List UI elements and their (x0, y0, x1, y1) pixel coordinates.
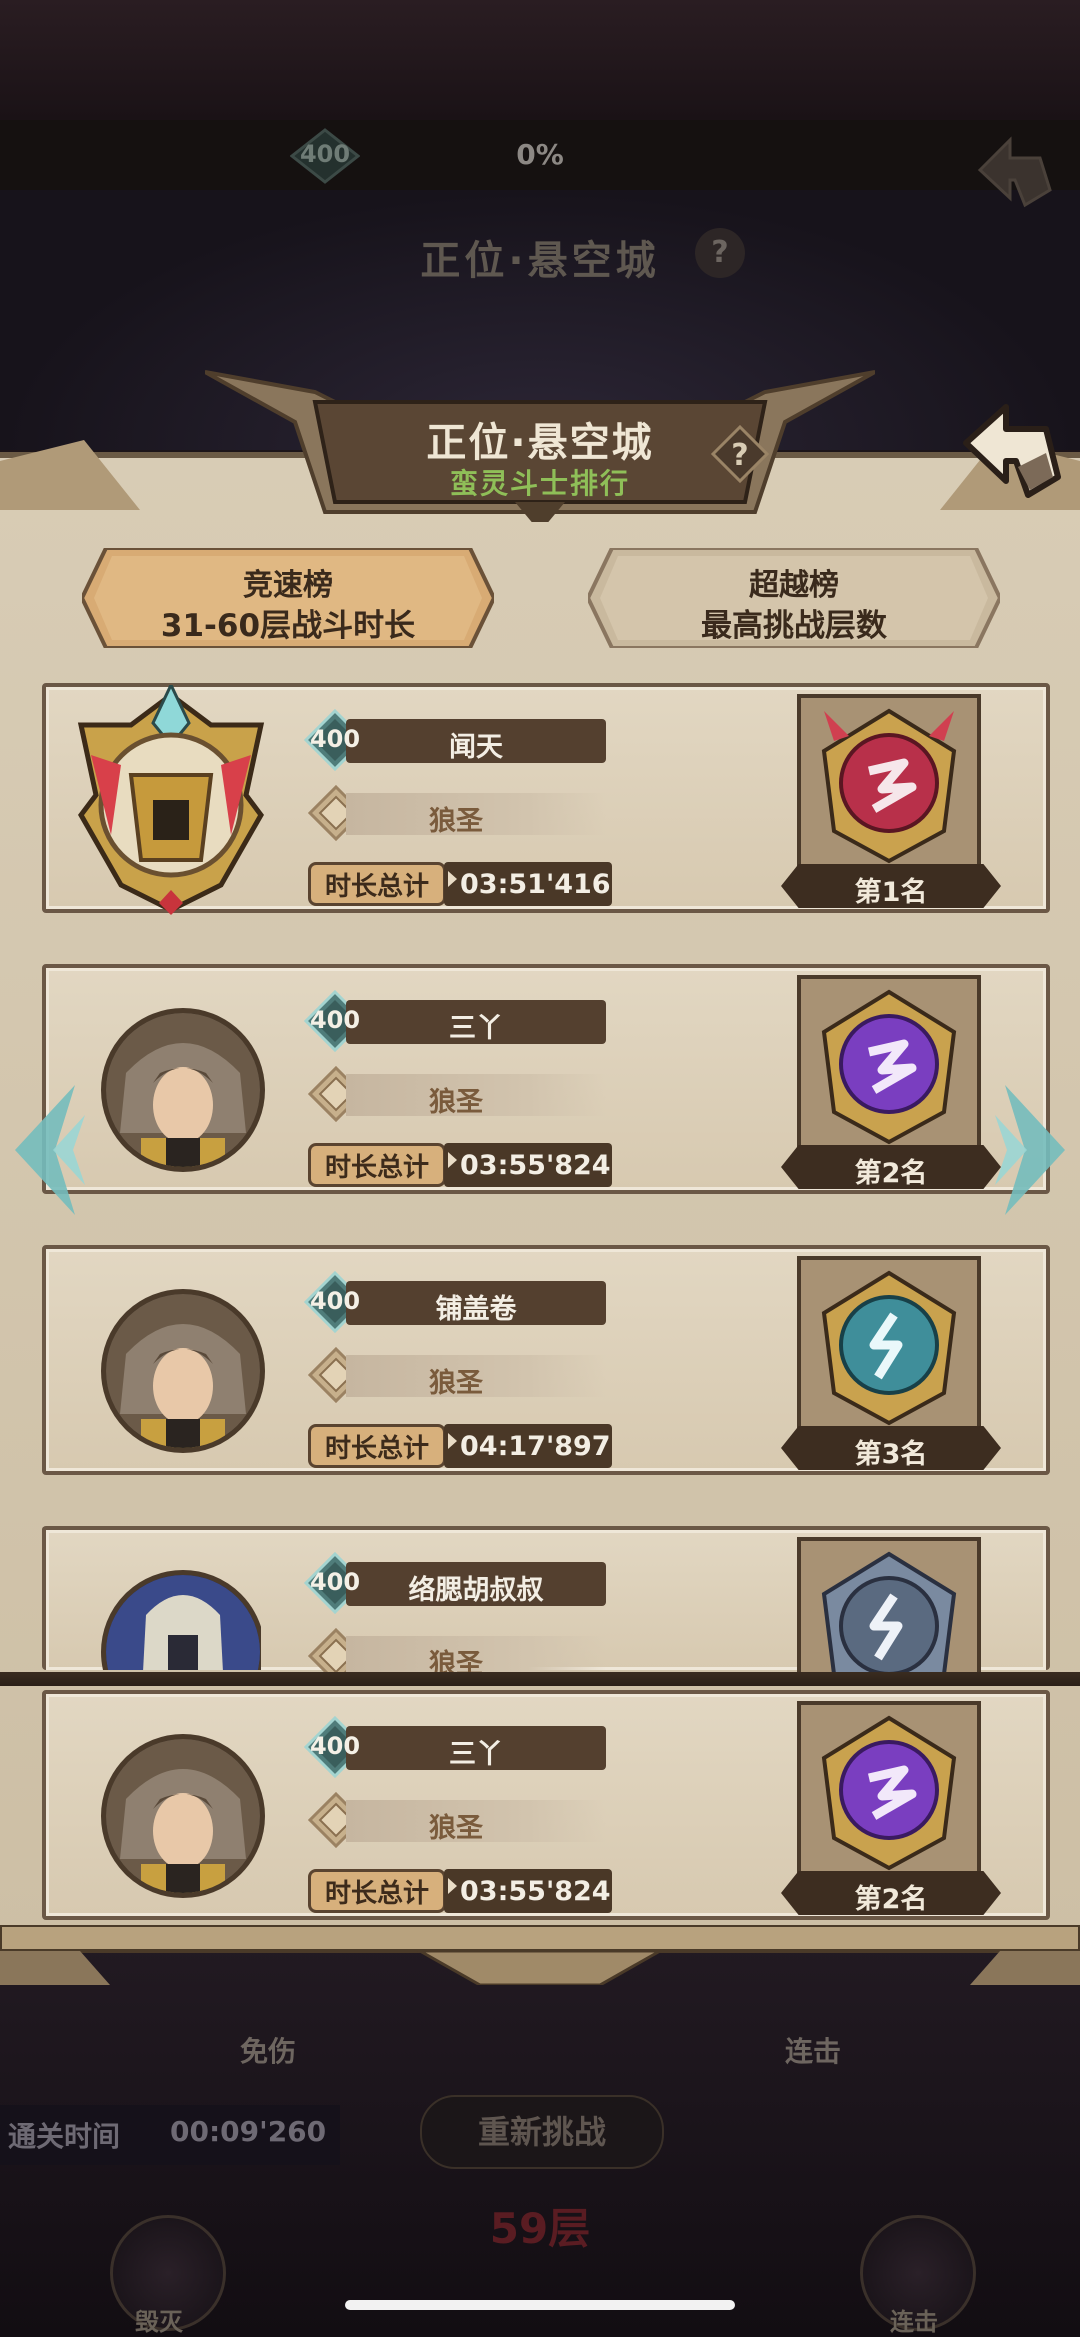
ranking-row[interactable]: 400 铺盖卷 狼圣 时长总计 04:17'897 第3名 (42, 1245, 1050, 1475)
svg-text:?: ? (731, 438, 748, 473)
time-arrow-icon (448, 1878, 457, 1894)
ranking-row[interactable]: 400 络腮胡叔叔 狼圣 (42, 1526, 1050, 1684)
background-top-strip (0, 0, 1080, 120)
ranking-row[interactable]: 400 闻天 狼圣 时长总计 03:51'416 第1名 (42, 681, 1050, 915)
avatar (61, 681, 281, 915)
player-name: 三丫 (449, 1739, 503, 1770)
time-total-label: 时长总计 (308, 862, 446, 906)
time-total-label: 时长总计 (308, 1869, 446, 1913)
background-back-icon (977, 136, 1052, 208)
progress-percent: 0% (516, 138, 564, 171)
avatar-ring (101, 1289, 265, 1453)
my-rank-divider (0, 1672, 1080, 1686)
rank-medal (794, 691, 984, 871)
background-location-title: 正位·悬空城 (420, 238, 660, 284)
tab-speed-subtitle: 31-60层战斗时长 (160, 608, 416, 644)
clear-time-value: 00:09'260 (170, 2115, 327, 2148)
rank-medal (794, 1534, 984, 1674)
avatar (101, 1008, 265, 1172)
time-total-label: 时长总计 (308, 1424, 446, 1468)
panel-bottom-frame (0, 1925, 1080, 1985)
avatar-ring (101, 1008, 265, 1172)
rank-2-medal-icon (797, 1701, 981, 1875)
rank-text: 第2名 (854, 1158, 928, 1189)
avatar-ring (101, 1734, 265, 1898)
time-total-label: 时长总计 (308, 1143, 446, 1187)
stat-label-combo: 连击 (785, 2035, 842, 2068)
avatar (101, 1289, 265, 1453)
golden-knight-avatar-icon (77, 681, 265, 915)
time-total-value: 03:55'824 (460, 1150, 611, 1181)
time-total-value: 03:55'824 (460, 1876, 611, 1907)
rank-medal (794, 972, 984, 1152)
time-total-value: 04:17'897 (460, 1431, 611, 1462)
rank-medal (794, 1253, 984, 1433)
help-button[interactable]: ? (710, 424, 770, 484)
player-title: 狼圣 (429, 1368, 483, 1399)
tab-surpass-title: 超越榜 (749, 568, 839, 603)
home-indicator (345, 2300, 735, 2310)
player-name: 铺盖卷 (435, 1294, 517, 1325)
skill-destroy-label: 毁灭 (135, 2308, 183, 2336)
wolf-warrior-avatar-icon (106, 1013, 260, 1167)
wolf-warrior-avatar-icon (106, 1739, 260, 1893)
player-title: 狼圣 (429, 1813, 483, 1844)
skill-combo-label: 连击 (890, 2308, 938, 2336)
panel-title: 正位·悬空城 (426, 420, 654, 466)
rank-medal (794, 1698, 984, 1878)
stat-label-damage-reduction: 免伤 (240, 2035, 297, 2068)
time-arrow-icon (448, 1152, 457, 1168)
player-title: 狼圣 (429, 1087, 483, 1118)
back-arrow-icon (963, 404, 1061, 498)
blue-knight-avatar-icon (106, 1575, 260, 1670)
tab-speed-ranking[interactable]: 竞速榜 31-60层战斗时长 (82, 548, 494, 648)
rank-2-medal-icon (797, 975, 981, 1149)
back-button[interactable] (958, 395, 1068, 505)
wolf-warrior-avatar-icon (106, 1294, 260, 1448)
time-arrow-icon (448, 871, 457, 887)
rank-medal-icon (797, 1537, 981, 1674)
background-help-icon: ? (695, 228, 745, 278)
scroll-left-arrow-icon[interactable] (15, 1085, 85, 1215)
rank-text: 第3名 (854, 1439, 928, 1470)
player-title: 狼圣 (429, 806, 483, 837)
avatar (101, 1734, 265, 1898)
time-arrow-icon (448, 1433, 457, 1449)
scroll-right-arrow-icon[interactable] (995, 1085, 1065, 1215)
ranking-row[interactable]: 400 三丫 狼圣 时长总计 03:55'824 第2名 (42, 964, 1050, 1194)
avatar (101, 1570, 261, 1670)
player-name: 三丫 (449, 1013, 503, 1044)
floor-label: 59层 (489, 2204, 591, 2253)
my-ranking-row[interactable]: 400 三丫 狼圣 时长总计 03:55'824 第2名 (42, 1690, 1050, 1920)
rank-3-medal-icon (797, 1256, 981, 1430)
avatar-ring (101, 1570, 261, 1670)
rank-text: 第2名 (854, 1884, 928, 1915)
rank-1-medal-icon (797, 694, 981, 868)
retry-button[interactable]: 重新挑战 (420, 2095, 664, 2169)
panel-subtitle: 蛮灵斗士排行 (449, 467, 630, 500)
tab-surpass-subtitle: 最高挑战层数 (701, 608, 887, 644)
player-name: 闻天 (449, 732, 503, 763)
background-level-text: 400 (299, 140, 351, 168)
player-name: 络腮胡叔叔 (408, 1575, 544, 1606)
rank-text: 第1名 (854, 877, 928, 908)
help-icon: ? (710, 424, 770, 484)
tab-speed-title: 竞速榜 (243, 568, 333, 603)
clear-time-label: 通关时间 (8, 2120, 121, 2153)
tab-surpass-ranking[interactable]: 超越榜 最高挑战层数 (588, 548, 1000, 648)
time-total-value: 03:51'416 (460, 869, 611, 900)
